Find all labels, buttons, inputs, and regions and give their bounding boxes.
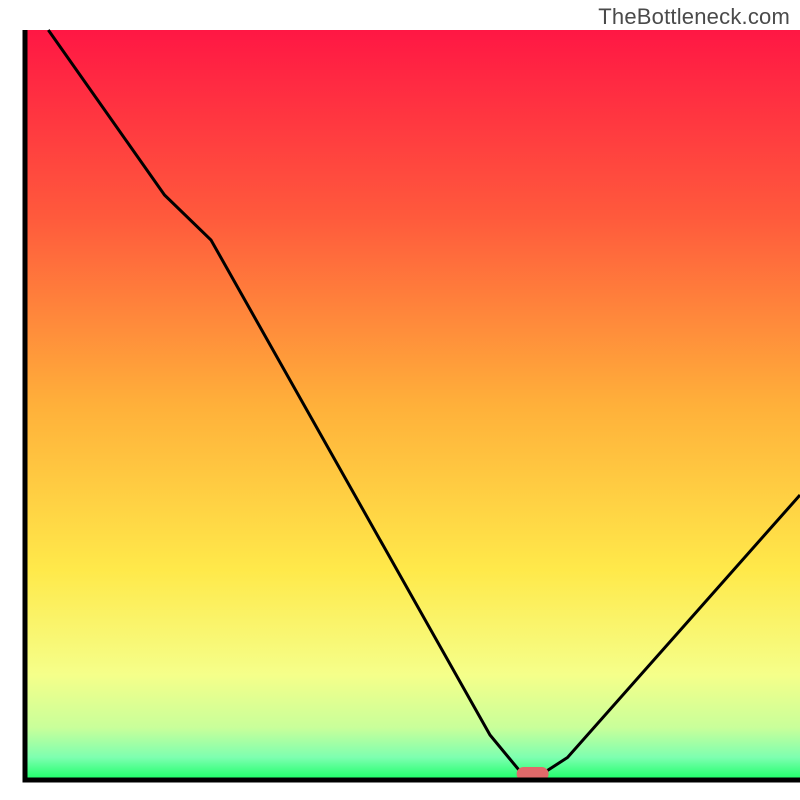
chart-container: TheBottleneck.com — [0, 0, 800, 800]
plot-background — [25, 30, 800, 780]
watermark-text: TheBottleneck.com — [598, 4, 790, 30]
chart-svg — [0, 0, 800, 800]
